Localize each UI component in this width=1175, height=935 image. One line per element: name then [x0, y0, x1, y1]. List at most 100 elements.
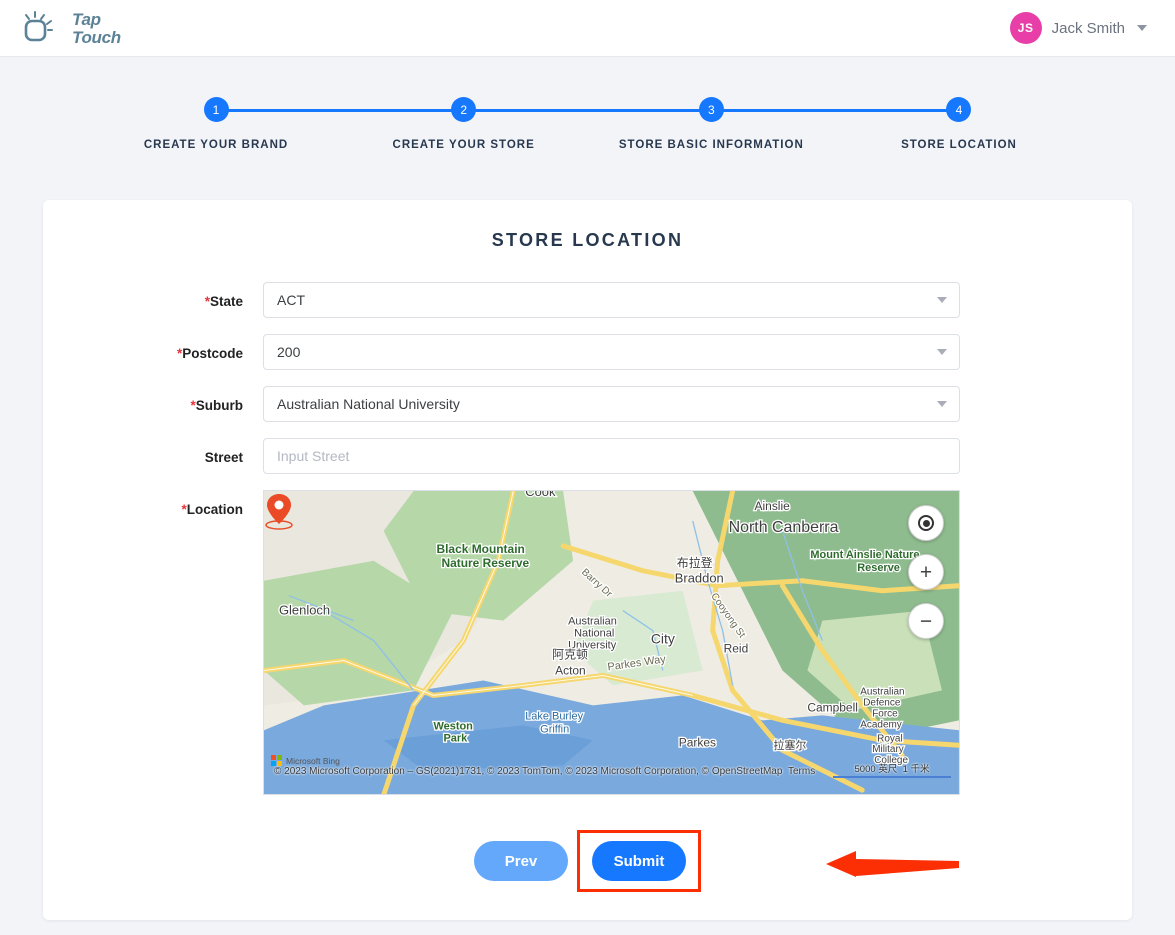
required-asterisk: *	[190, 398, 196, 413]
chevron-down-icon[interactable]	[1137, 25, 1147, 31]
stepper-step-label: CREATE YOUR STORE	[392, 139, 535, 151]
required-asterisk: *	[181, 502, 187, 517]
location-pin-icon[interactable]	[264, 491, 294, 531]
stepper-steps: 1 CREATE YOUR BRAND 2 CREATE YOUR STORE 3 STO…	[144, 97, 1025, 151]
svg-text:Braddon: Braddon	[675, 571, 724, 586]
field-location: *Location Cook Ainslie North Canberra Black …	[43, 490, 1132, 795]
field-label-street: Street	[204, 450, 243, 465]
map-scale-bar: 5000 英尺 1 千米	[833, 761, 951, 778]
page-title: STORE LOCATION	[491, 230, 684, 250]
svg-text:Parkes: Parkes	[679, 735, 716, 749]
map-controls: + −	[908, 505, 944, 639]
svg-text:Glenloch: Glenloch	[279, 603, 330, 618]
svg-text:Force: Force	[872, 708, 898, 719]
stepper-step-1[interactable]: 1 CREATE YOUR BRAND	[144, 97, 287, 151]
select-suburb[interactable]: Australian National University	[263, 386, 960, 422]
left-arrow-annotation-icon	[826, 851, 959, 877]
svg-text:布拉登: 布拉登	[677, 555, 713, 570]
chevron-down-icon[interactable]	[937, 401, 947, 407]
stepper-step-label: STORE LOCATION	[901, 139, 1017, 151]
chevron-down-icon[interactable]	[937, 349, 947, 355]
brand-logo[interactable]: Tap Touch	[22, 10, 121, 46]
svg-text:Park: Park	[443, 732, 468, 744]
chevron-down-icon[interactable]	[937, 297, 947, 303]
svg-text:Australian: Australian	[568, 616, 617, 628]
input-street[interactable]: Input Street	[263, 438, 960, 474]
svg-text:Reserve: Reserve	[857, 562, 900, 574]
svg-text:North Canberra: North Canberra	[729, 519, 839, 536]
tap-touch-logo-icon	[24, 11, 53, 42]
svg-text:Australian: Australian	[860, 686, 904, 697]
field-label-location: *Location	[181, 502, 243, 517]
prev-button[interactable]: Prev	[474, 841, 568, 881]
scale-metric: 1 千米	[902, 764, 930, 775]
stepper-step-number: 2	[451, 97, 477, 122]
svg-text:Military: Military	[872, 744, 904, 755]
svg-text:Black Mountain: Black Mountain	[436, 542, 524, 556]
top-bar: Tap Touch JS Jack Smith	[0, 0, 1175, 57]
svg-text:Campbell: Campbell	[807, 700, 857, 714]
submit-button[interactable]: Submit	[592, 841, 686, 881]
avatar: JS	[1009, 12, 1042, 44]
map-canvas[interactable]: Cook Ainslie North Canberra Black MountainN…	[264, 491, 959, 795]
user-name: Jack Smith	[1051, 19, 1125, 37]
map-terms-link[interactable]: Terms	[788, 766, 815, 777]
form-actions: Prev Submit	[43, 830, 1132, 892]
locate-dot-icon	[918, 515, 934, 531]
location-form: *State ACT *Postcode 200 *Suburb Australian N…	[43, 282, 1132, 795]
bing-logo: Microsoft Bing	[271, 755, 340, 766]
svg-text:Mount Ainslie Nature: Mount Ainslie Nature	[810, 549, 919, 561]
required-asterisk: *	[176, 346, 183, 361]
microsoft-squares-icon	[271, 755, 282, 766]
select-state[interactable]: ACT	[263, 282, 960, 318]
field-label-postcode: *Postcode	[176, 346, 243, 361]
field-postcode: *Postcode 200	[43, 334, 1132, 370]
stepper-step-2[interactable]: 2 CREATE YOUR STORE	[393, 97, 534, 151]
svg-text:Lake Burley: Lake Burley	[525, 710, 583, 722]
stepper-step-number: 4	[946, 97, 972, 122]
stepper-step-3[interactable]: 3 STORE BASIC INFORMATION	[619, 97, 803, 151]
svg-text:Nature Reserve: Nature Reserve	[441, 556, 529, 570]
stepper-step-number: 3	[698, 97, 724, 122]
stepper: 1 CREATE YOUR BRAND 2 CREATE YOUR STORE 3 STO…	[144, 97, 1025, 173]
select-value: 200	[277, 344, 301, 360]
brand-line-1: Tap	[72, 9, 101, 29]
stepper-step-number: 1	[203, 97, 229, 122]
svg-text:Ainslie: Ainslie	[755, 499, 791, 513]
submit-highlight-annotation: Submit	[577, 830, 701, 892]
bing-logo-label: Microsoft Bing	[286, 755, 340, 766]
svg-text:Cook: Cook	[525, 491, 556, 499]
scale-imperial: 5000 英尺	[854, 764, 898, 775]
select-value: Australian National University	[277, 396, 460, 412]
scale-bar-line	[833, 775, 951, 778]
field-label-state: *State	[204, 294, 243, 309]
svg-text:Reid: Reid	[724, 642, 749, 656]
stepper-step-label: STORE BASIC INFORMATION	[618, 139, 804, 151]
select-postcode[interactable]: 200	[263, 334, 960, 370]
svg-text:阿克顿: 阿克顿	[552, 648, 588, 662]
brand-line-2: Touch	[72, 27, 121, 47]
field-street: Street Input Street	[43, 438, 1132, 474]
field-suburb: *Suburb Australian National University	[43, 386, 1132, 422]
input-placeholder: Input Street	[277, 448, 350, 464]
svg-text:Acton: Acton	[555, 663, 586, 677]
user-menu[interactable]: JS Jack Smith	[1009, 12, 1155, 44]
svg-text:City: City	[651, 631, 675, 647]
field-label-suburb: *Suburb	[190, 398, 243, 413]
field-state: *State ACT	[43, 282, 1132, 318]
map-zoom-out-button[interactable]: −	[908, 603, 944, 639]
store-location-card: STORE LOCATION *State ACT *Postcode 200 *Sub…	[43, 200, 1132, 920]
svg-text:Griffin: Griffin	[540, 723, 569, 735]
stepper-step-4[interactable]: 4 STORE LOCATION	[893, 97, 1025, 151]
svg-text:拉塞尔: 拉塞尔	[773, 738, 806, 752]
select-value: ACT	[277, 292, 305, 308]
map-zoom-in-button[interactable]: +	[908, 554, 944, 590]
brand-wordmark: Tap Touch	[72, 11, 121, 46]
location-map[interactable]: Cook Ainslie North Canberra Black Mountain N…	[263, 490, 960, 795]
svg-text:Academy: Academy	[860, 719, 902, 730]
required-asterisk: *	[204, 294, 210, 309]
map-locate-me-button[interactable]	[908, 505, 944, 541]
svg-text:Royal: Royal	[877, 733, 902, 744]
svg-text:Defence: Defence	[863, 697, 901, 708]
svg-text:Weston: Weston	[434, 720, 474, 732]
